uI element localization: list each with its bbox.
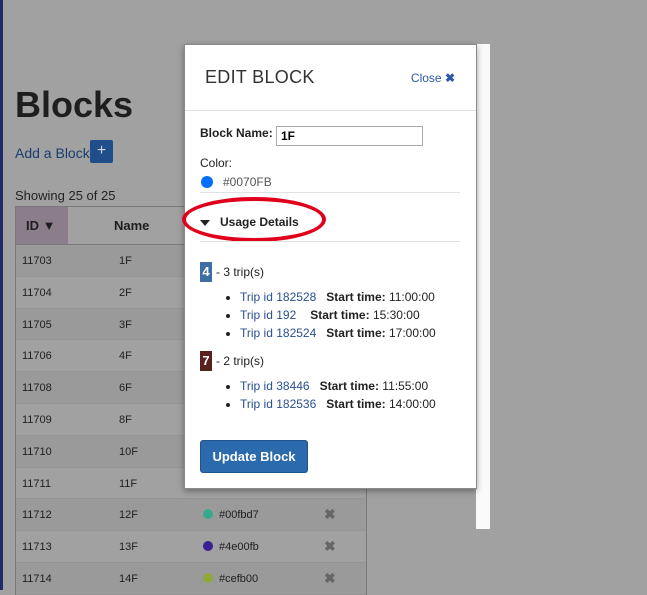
close-icon: ✖ [444, 71, 455, 85]
table-row[interactable]: 11712 12F #00fbd7 ✖ [16, 499, 366, 532]
start-time-value: 15:30:00 [372, 308, 420, 322]
side-panel [476, 44, 490, 529]
row-id: 11710 [22, 445, 52, 458]
row-id: 11706 [22, 350, 52, 363]
divider [200, 241, 460, 242]
add-block-button[interactable]: + [90, 140, 113, 163]
color-dot [203, 541, 213, 552]
list-item: Trip id 182524 Start time: 17:00:00 [240, 324, 436, 342]
color-swatch[interactable] [201, 176, 213, 188]
row-id: 11703 [22, 255, 52, 267]
divider [200, 192, 460, 193]
row-name: 3F [119, 318, 132, 331]
delete-icon[interactable]: ✖ [324, 538, 336, 555]
row-name: 2F [119, 286, 132, 299]
group-badge: 4 [200, 262, 212, 282]
list-item: Trip id 192 Start time: 15:30:00 [240, 306, 436, 324]
row-color: #4e00fb [219, 541, 259, 554]
showing-count: Showing 25 of 25 [15, 188, 116, 203]
close-button[interactable]: Close ✖ [411, 71, 455, 85]
trip-count: - 3 trip(s) [216, 265, 264, 279]
add-block-link[interactable]: Add a Block [15, 145, 90, 161]
trip-list: Trip id 182528 Start time: 11:00:00 Trip … [200, 288, 436, 342]
modal-header: EDIT BLOCK Close ✖ [185, 45, 476, 111]
row-color: #00fbd7 [219, 509, 259, 522]
trip-link[interactable]: Trip id 38446 [240, 379, 310, 393]
row-name: 1F [119, 255, 132, 267]
start-time-label: Start time: [326, 290, 386, 304]
start-time-value: 11:00:00 [388, 290, 435, 304]
block-name-input[interactable] [276, 126, 423, 146]
row-name: 14F [119, 572, 138, 585]
row-id: 11704 [22, 286, 52, 299]
color-value: #0070FB [223, 175, 272, 189]
delete-icon[interactable]: ✖ [324, 570, 336, 587]
row-id: 11713 [22, 541, 52, 554]
start-time-value: 14:00:00 [388, 397, 436, 411]
block-name-label: Block Name: [200, 126, 273, 140]
trip-count: - 2 trip(s) [216, 354, 264, 368]
row-id: 11709 [22, 413, 52, 426]
list-item: Trip id 182528 Start time: 11:00:00 [240, 288, 436, 306]
row-color: #cefb00 [219, 572, 259, 585]
row-id: 11711 [22, 477, 51, 490]
row-name: 4F [119, 350, 132, 363]
color-dot [203, 572, 213, 583]
row-name: 8F [119, 413, 132, 426]
modal-title: EDIT BLOCK [205, 67, 315, 87]
id-column-header[interactable]: ID ▼ [16, 207, 68, 244]
row-id: 11712 [22, 509, 52, 522]
name-column-header[interactable]: Name [114, 207, 149, 244]
row-id: 11705 [22, 318, 52, 331]
color-label: Color: [200, 156, 233, 170]
usage-group: 4 - 3 trip(s) Trip id 182528 Start time: 1… [200, 262, 436, 342]
delete-icon[interactable]: ✖ [324, 506, 336, 523]
start-time-value: 17:00:00 [388, 326, 436, 340]
page-title: Blocks [15, 84, 134, 125]
row-name: 13F [119, 541, 138, 554]
sort-down-icon: ▼ [42, 218, 56, 233]
group-badge: 7 [200, 351, 212, 371]
start-time-label: Start time: [326, 326, 386, 340]
highlight-annotation [182, 197, 326, 242]
trip-list: Trip id 38446 Start time: 11:55:00 Trip i… [200, 377, 436, 413]
list-item: Trip id 38446 Start time: 11:55:00 [240, 377, 436, 395]
row-id: 11714 [22, 572, 52, 585]
start-time-label: Start time: [319, 379, 379, 393]
update-block-button[interactable]: Update Block [200, 440, 308, 473]
trip-link[interactable]: Trip id 192 [240, 308, 296, 322]
close-label: Close [410, 71, 442, 85]
table-row[interactable]: 11713 13F #4e00fb ✖ [16, 531, 366, 563]
trip-link[interactable]: Trip id 182536 [240, 397, 316, 411]
edit-block-modal: EDIT BLOCK Close ✖ Block Name: Color: #0… [182, 44, 477, 489]
start-time-label: Start time: [326, 397, 386, 411]
color-dot [203, 509, 213, 520]
row-id: 11708 [22, 382, 52, 395]
row-name: 11F [119, 477, 138, 490]
list-item: Trip id 182536 Start time: 14:00:00 [240, 395, 436, 413]
row-name: 6F [119, 382, 132, 395]
row-name: 10F [119, 445, 138, 458]
trip-link[interactable]: Trip id 182524 [240, 326, 316, 340]
row-name: 12F [119, 509, 138, 522]
start-time-value: 11:55:00 [382, 379, 429, 393]
usage-group: 7 - 2 trip(s) Trip id 38446 Start time: 11… [200, 351, 436, 413]
trip-link[interactable]: Trip id 182528 [240, 290, 316, 304]
start-time-label: Start time: [310, 308, 370, 322]
